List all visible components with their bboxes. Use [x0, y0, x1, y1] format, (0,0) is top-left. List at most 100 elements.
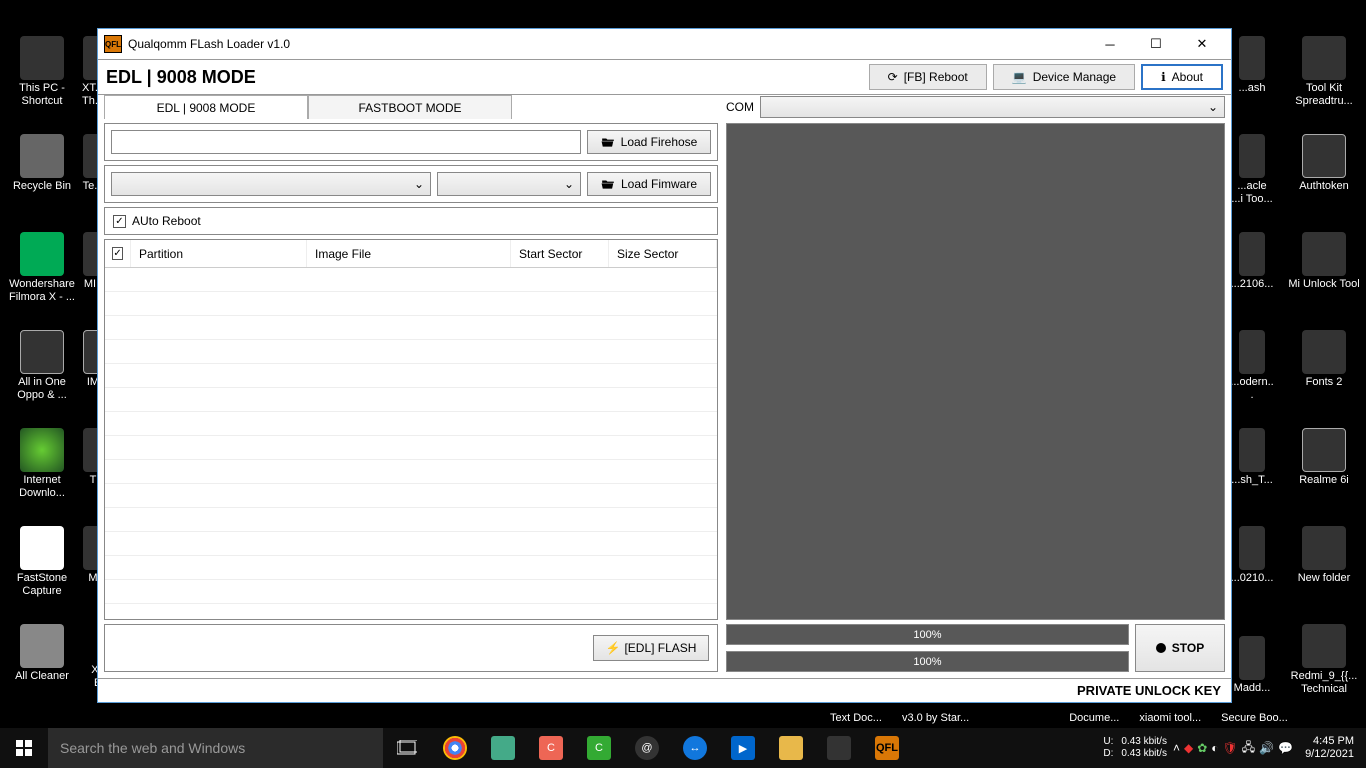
table-row[interactable] — [105, 340, 717, 364]
desktop-icon[interactable]: FastStone Capture — [6, 526, 78, 598]
tray-icon[interactable]: ✿ — [1197, 741, 1207, 755]
tray-volume-icon[interactable]: 🔊 — [1259, 741, 1274, 755]
col-size[interactable]: Size Sector — [609, 240, 717, 267]
com-label: COM — [726, 100, 754, 114]
taskbar-app[interactable]: ▶ — [719, 728, 767, 768]
tab-fastboot[interactable]: FASTBOOT MODE — [308, 95, 512, 119]
task-view-button[interactable] — [383, 728, 431, 768]
firmware-dropdown-1[interactable] — [111, 172, 431, 196]
table-row[interactable] — [105, 556, 717, 580]
footer-text: PRIVATE UNLOCK KEY — [1077, 683, 1221, 698]
table-row[interactable] — [105, 388, 717, 412]
minimize-button[interactable]: ─ — [1087, 30, 1133, 58]
load-firehose-label: Load Firehose — [621, 135, 698, 149]
select-all-checkbox[interactable]: ✓ — [112, 247, 122, 260]
titlebar[interactable]: QFL Qualqomm FLash Loader v1.0 ─ ☐ ✕ — [98, 29, 1231, 59]
stop-label: STOP — [1172, 641, 1204, 655]
tray-icon[interactable]: ◐ — [1211, 741, 1218, 755]
table-row[interactable] — [105, 292, 717, 316]
auto-reboot-checkbox[interactable]: ✓ — [113, 215, 126, 228]
taskbar-search[interactable]: Search the web and Windows — [48, 728, 383, 768]
tray-up-icon[interactable]: ˄ — [1173, 741, 1180, 755]
load-firehose-button[interactable]: Load Firehose — [587, 130, 711, 154]
desktop-icon[interactable]: ...2106... — [1230, 232, 1274, 291]
desktop-icon[interactable]: Tool Kit Spreadtru... — [1288, 36, 1360, 108]
table-body[interactable] — [105, 268, 717, 619]
desktop-icon[interactable]: All Cleaner — [6, 624, 78, 683]
taskbar-app[interactable] — [815, 728, 863, 768]
firehose-path-input[interactable] — [111, 130, 581, 154]
auto-reboot-panel: ✓ AUto Reboot — [104, 207, 718, 235]
stop-button[interactable]: STOP — [1135, 624, 1225, 672]
table-row[interactable] — [105, 484, 717, 508]
tray-icon[interactable]: 🛡 — [1223, 741, 1238, 755]
mode-tabs: EDL | 9008 MODE FASTBOOT MODE — [104, 95, 718, 119]
about-button[interactable]: ℹ About — [1141, 64, 1223, 90]
taskbar-app-qfl[interactable]: QFL — [863, 728, 911, 768]
col-start[interactable]: Start Sector — [511, 240, 609, 267]
table-row[interactable] — [105, 268, 717, 292]
tray-network-icon[interactable]: 🖧 — [1242, 738, 1255, 759]
device-manage-button[interactable]: 💻 Device Manage — [993, 64, 1135, 90]
desktop-icon[interactable]: Mi Unlock Tool — [1288, 232, 1360, 291]
taskbar-app[interactable]: @ — [623, 728, 671, 768]
desktop-icon[interactable]: Authtoken — [1288, 134, 1360, 193]
table-row[interactable] — [105, 532, 717, 556]
desktop-icon[interactable]: ...odern... — [1230, 330, 1274, 402]
desktop-icon[interactable]: All in One Oppo & ... — [6, 330, 78, 402]
clock-date: 9/12/2021 — [1305, 748, 1354, 761]
desktop-icon[interactable]: Recycle Bin — [6, 134, 78, 193]
col-image[interactable]: Image File — [307, 240, 511, 267]
desktop-icon[interactable]: Fonts 2 — [1288, 330, 1360, 389]
desktop-icon[interactable]: Madd... — [1230, 636, 1274, 695]
table-row[interactable] — [105, 508, 717, 532]
taskbar-app-explorer[interactable] — [767, 728, 815, 768]
table-row[interactable] — [105, 412, 717, 436]
info-icon: ℹ — [1161, 70, 1166, 84]
edl-flash-label: [EDL] FLASH — [624, 641, 696, 655]
partition-table: ✓ Partition Image File Start Sector Size… — [104, 239, 718, 620]
desktop-icon[interactable]: ...acle ...i Too... — [1230, 134, 1274, 206]
status-bar: PRIVATE UNLOCK KEY — [98, 678, 1231, 702]
desktop-icon[interactable]: This PC - Shortcut — [6, 36, 78, 108]
table-row[interactable] — [105, 316, 717, 340]
tray-icons[interactable]: ˄ ◆ ✿ ◐ 🛡 🖧 🔊 💬 — [1173, 738, 1293, 759]
maximize-button[interactable]: ☐ — [1133, 30, 1179, 58]
tray-action-center-icon[interactable]: 💬 — [1278, 741, 1293, 755]
desktop-icon[interactable]: ...0210... — [1230, 526, 1274, 585]
log-output[interactable] — [726, 123, 1225, 620]
table-row[interactable] — [105, 364, 717, 388]
load-firmware-button[interactable]: Load Fimware — [587, 172, 711, 196]
app-icon: QFL — [104, 35, 122, 53]
desktop-icon[interactable]: Realme 6i — [1288, 428, 1360, 487]
tray-icon[interactable]: ◆ — [1184, 741, 1193, 755]
clock-time: 4:45 PM — [1305, 735, 1354, 748]
taskbar-app[interactable]: C — [527, 728, 575, 768]
progress-bar-1: 100% — [726, 624, 1129, 645]
taskbar-clock[interactable]: 4:45 PM 9/12/2021 — [1299, 735, 1360, 761]
com-port-dropdown[interactable] — [760, 96, 1225, 118]
taskbar-app[interactable]: ↔ — [671, 728, 719, 768]
stop-icon — [1156, 643, 1166, 653]
desktop-icon[interactable]: Wondershare Filmora X - ... — [6, 232, 78, 304]
start-button[interactable] — [0, 728, 48, 768]
fb-reboot-button[interactable]: ⟳ [FB] Reboot — [869, 64, 987, 90]
taskbar-app-chrome[interactable] — [431, 728, 479, 768]
table-row[interactable] — [105, 580, 717, 604]
desktop-icon[interactable]: ...sh_T... — [1230, 428, 1274, 487]
window-title: Qualqomm FLash Loader v1.0 — [128, 37, 290, 51]
desktop-icon[interactable]: ...ash — [1230, 36, 1274, 95]
table-row[interactable] — [105, 436, 717, 460]
bolt-icon: ⚡ — [606, 641, 621, 655]
desktop-icon[interactable]: Redmi_9_{{... Technical — [1288, 624, 1360, 696]
desktop-icon[interactable]: Internet Downlo... — [6, 428, 78, 500]
close-button[interactable]: ✕ — [1179, 30, 1225, 58]
edl-flash-button[interactable]: ⚡ [EDL] FLASH — [593, 635, 709, 661]
tab-edl[interactable]: EDL | 9008 MODE — [104, 95, 308, 119]
taskbar-app[interactable]: C — [575, 728, 623, 768]
col-partition[interactable]: Partition — [131, 240, 307, 267]
table-row[interactable] — [105, 460, 717, 484]
taskbar-app[interactable] — [479, 728, 527, 768]
desktop-icon[interactable]: New folder — [1288, 526, 1360, 585]
firmware-dropdown-2[interactable] — [437, 172, 581, 196]
